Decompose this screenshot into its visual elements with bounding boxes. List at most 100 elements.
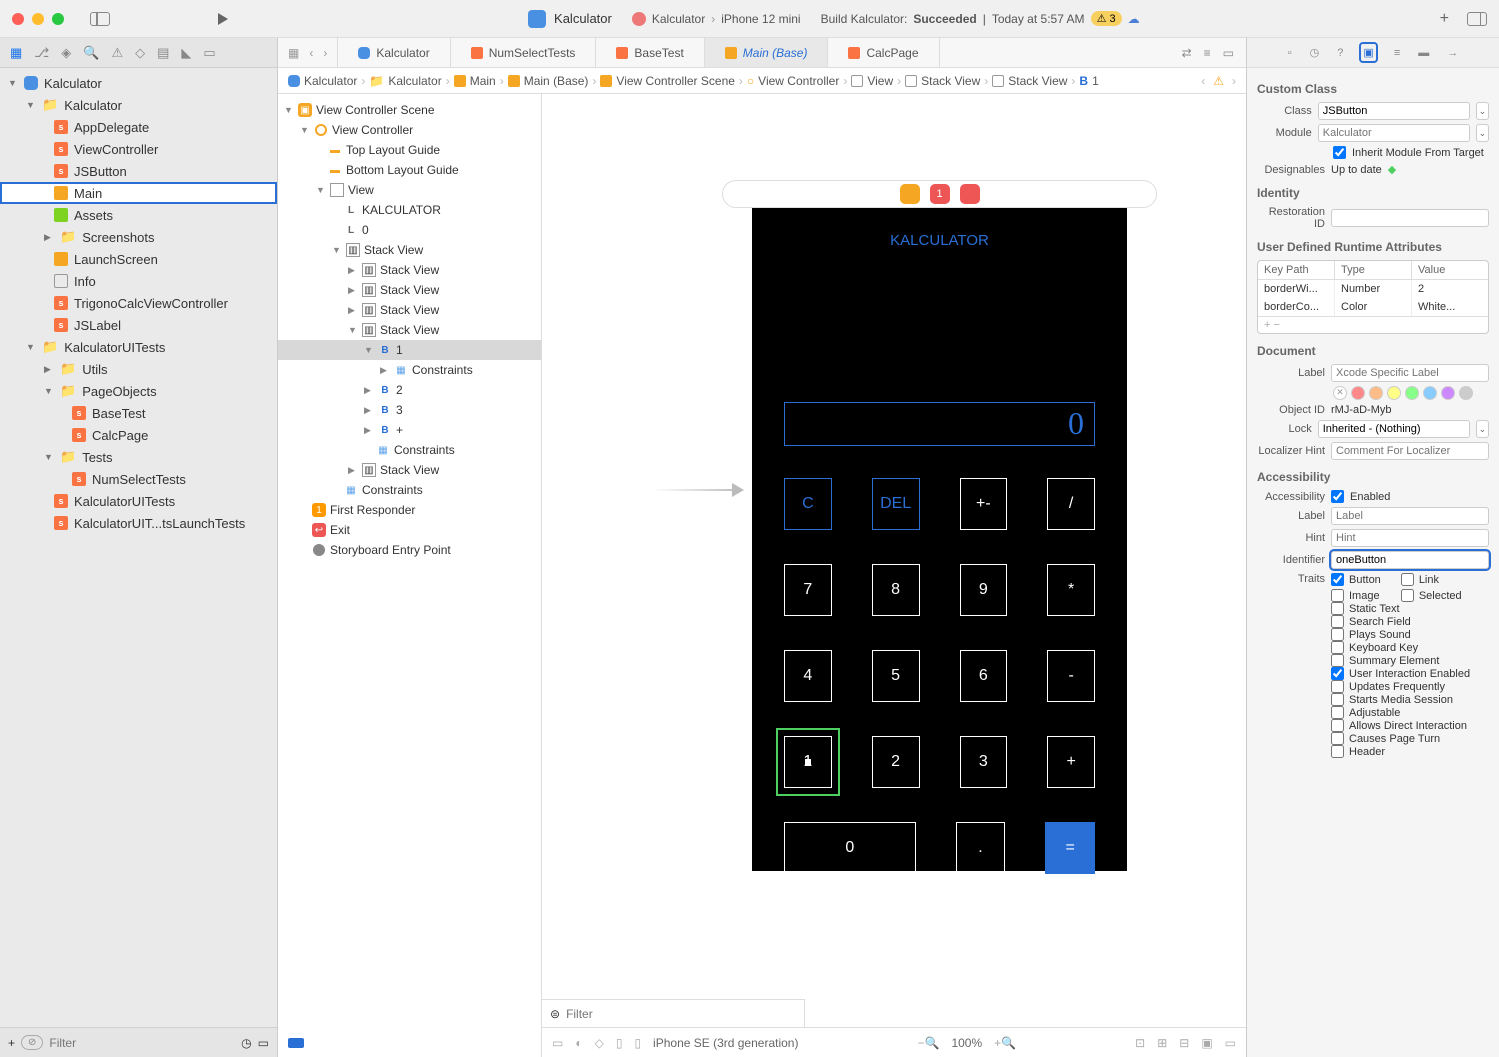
outline-stackview[interactable]: ▶▥Stack View [278, 260, 541, 280]
restoration-id-field[interactable] [1331, 209, 1489, 227]
tree-pageobjects[interactable]: ▼📁PageObjects [0, 380, 277, 402]
module-field[interactable] [1318, 124, 1470, 142]
warning-icon[interactable]: ⚠ [1213, 74, 1224, 88]
tree-kalculatoruitests-file[interactable]: sKalculatorUITests [0, 490, 277, 512]
udra-row[interactable]: borderWi... Number 2 [1258, 280, 1488, 298]
blue-pill[interactable] [1423, 386, 1437, 400]
crumb[interactable]: Stack View [1008, 74, 1067, 88]
class-dropdown-icon[interactable]: ⌄ [1476, 102, 1489, 120]
attributes-inspector-icon[interactable]: ≡ [1394, 47, 1400, 59]
calc-6-button[interactable]: 6 [960, 650, 1008, 702]
crumb[interactable]: View [867, 74, 893, 88]
purple-pill[interactable] [1441, 386, 1455, 400]
crumb[interactable]: Stack View [921, 74, 980, 88]
zoom-in-icon[interactable]: +🔍 [994, 1036, 1016, 1050]
outline-stackview[interactable]: ▶▥Stack View [278, 460, 541, 480]
trait-static-text-checkbox[interactable] [1331, 602, 1344, 615]
class-field[interactable] [1318, 102, 1470, 120]
trait-adjustable-checkbox[interactable] [1331, 706, 1344, 719]
split-editor-icon[interactable]: ▭ [1223, 46, 1234, 60]
outline-entry-point[interactable]: Storyboard Entry Point [278, 540, 541, 560]
adjust-icon[interactable]: ≡ [1204, 46, 1211, 60]
tree-group-app[interactable]: ▼📁Kalculator [0, 94, 277, 116]
tree-utils[interactable]: ▶📁Utils [0, 358, 277, 380]
minimize-button[interactable] [32, 13, 44, 25]
build-status[interactable]: Build Kalculator: Succeeded | Today at 5… [821, 11, 1140, 26]
outline-button-2[interactable]: ▶B2 [278, 380, 541, 400]
tree-calcpage[interactable]: sCalcPage [0, 424, 277, 446]
tree-uitests-group[interactable]: ▼📁KalculatorUITests [0, 336, 277, 358]
help-inspector-icon[interactable]: ? [1337, 47, 1343, 59]
trait-link-checkbox[interactable] [1401, 573, 1414, 586]
tree-tests[interactable]: ▼📁Tests [0, 446, 277, 468]
debug-indicator[interactable] [288, 1037, 304, 1051]
outline-scene[interactable]: ▼▣View Controller Scene [278, 100, 541, 120]
size-inspector-icon[interactable]: ▬ [1418, 47, 1429, 59]
trait-updates-checkbox[interactable] [1331, 680, 1344, 693]
udra-type-header[interactable]: Type [1335, 261, 1412, 279]
trait-button-checkbox[interactable] [1331, 573, 1344, 586]
tree-main[interactable]: Main [0, 182, 277, 204]
issue-nav-icon[interactable]: ⚠ [111, 45, 123, 61]
calc-dot-button[interactable]: . [956, 822, 1006, 874]
pin-icon[interactable]: ⊞ [1157, 1036, 1167, 1050]
calc-4-button[interactable]: 4 [784, 650, 832, 702]
trait-keyboard-key-checkbox[interactable] [1331, 641, 1344, 654]
maximize-button[interactable] [52, 13, 64, 25]
adjust-icon[interactable]: ◐ [575, 1036, 582, 1050]
crumb[interactable]: Kalculator [388, 74, 441, 88]
left-sidebar-toggle-icon[interactable] [90, 12, 110, 26]
outline-label-zero[interactable]: L0 [278, 220, 541, 240]
outline-first-responder[interactable]: 1First Responder [278, 500, 541, 520]
outline-filter-input[interactable] [566, 1007, 796, 1021]
outline-stackview-open[interactable]: ▼▥Stack View [278, 320, 541, 340]
identity-inspector-icon[interactable]: ▣ [1361, 44, 1375, 61]
outline-button-plus[interactable]: ▶B+ [278, 420, 541, 440]
tab-numselecttests[interactable]: NumSelectTests [451, 38, 597, 67]
udra-value-header[interactable]: Value [1412, 261, 1488, 279]
debug-nav-icon[interactable]: ▤ [157, 45, 169, 61]
outline-constraints[interactable]: ▦Constraints [278, 480, 541, 500]
forward-button[interactable]: › [323, 46, 327, 60]
add-tab-button[interactable]: + [1440, 10, 1449, 28]
outline-constraints[interactable]: ▦Constraints [278, 440, 541, 460]
search-icon[interactable]: 🔍 [83, 45, 99, 61]
tree-numselecttests[interactable]: sNumSelectTests [0, 468, 277, 490]
calc-del-button[interactable]: DEL [872, 478, 920, 530]
tree-trigono[interactable]: sTrigonoCalcViewController [0, 292, 277, 314]
outline-toggle-icon[interactable]: ▭ [552, 1036, 563, 1050]
tree-info[interactable]: Info [0, 270, 277, 292]
no-color-pill[interactable]: ✕ [1333, 386, 1347, 400]
filter-input[interactable] [49, 1036, 235, 1050]
calc-7-button[interactable]: 7 [784, 564, 832, 616]
connections-inspector-icon[interactable]: → [1447, 47, 1458, 59]
report-nav-icon[interactable]: ▭ [203, 45, 215, 61]
outline-stackview-root[interactable]: ▼▥Stack View [278, 240, 541, 260]
crumb[interactable]: Main [470, 74, 496, 88]
udra-keypath-header[interactable]: Key Path [1258, 261, 1335, 279]
scheme-selector[interactable]: Kalculator › iPhone 12 mini [632, 12, 801, 26]
tree-appdelegate[interactable]: sAppDelegate [0, 116, 277, 138]
trait-plays-sound-checkbox[interactable] [1331, 628, 1344, 641]
calc-8-button[interactable]: 8 [872, 564, 920, 616]
close-button[interactable] [12, 13, 24, 25]
ib-canvas[interactable]: 1 KALCULATOR 0 C DEL +- / 7 8 9 [542, 94, 1246, 1057]
recent-filter-icon[interactable]: ◷ [241, 1036, 251, 1050]
crumb[interactable]: View Controller [758, 74, 839, 88]
calc-equals-button[interactable]: = [1045, 822, 1095, 874]
doc-label-field[interactable] [1331, 364, 1489, 382]
acc-identifier-field[interactable] [1331, 551, 1489, 569]
trait-header-checkbox[interactable] [1331, 745, 1344, 758]
acc-label-field[interactable] [1331, 507, 1489, 525]
history-inspector-icon[interactable]: ◷ [1310, 46, 1320, 59]
symbol-nav-icon[interactable]: ◈ [61, 45, 71, 61]
prev-issue-icon[interactable]: ‹ [1201, 74, 1205, 88]
calc-plusminus-button[interactable]: +- [960, 478, 1008, 530]
calc-5-button[interactable]: 5 [872, 650, 920, 702]
calc-9-button[interactable]: 9 [960, 564, 1008, 616]
module-dropdown-icon[interactable]: ⌄ [1476, 124, 1489, 142]
calc-divide-button[interactable]: / [1047, 478, 1095, 530]
accessibility-enabled-checkbox[interactable] [1331, 490, 1344, 503]
red-pill[interactable] [1351, 386, 1365, 400]
back-button[interactable]: ‹ [309, 46, 313, 60]
